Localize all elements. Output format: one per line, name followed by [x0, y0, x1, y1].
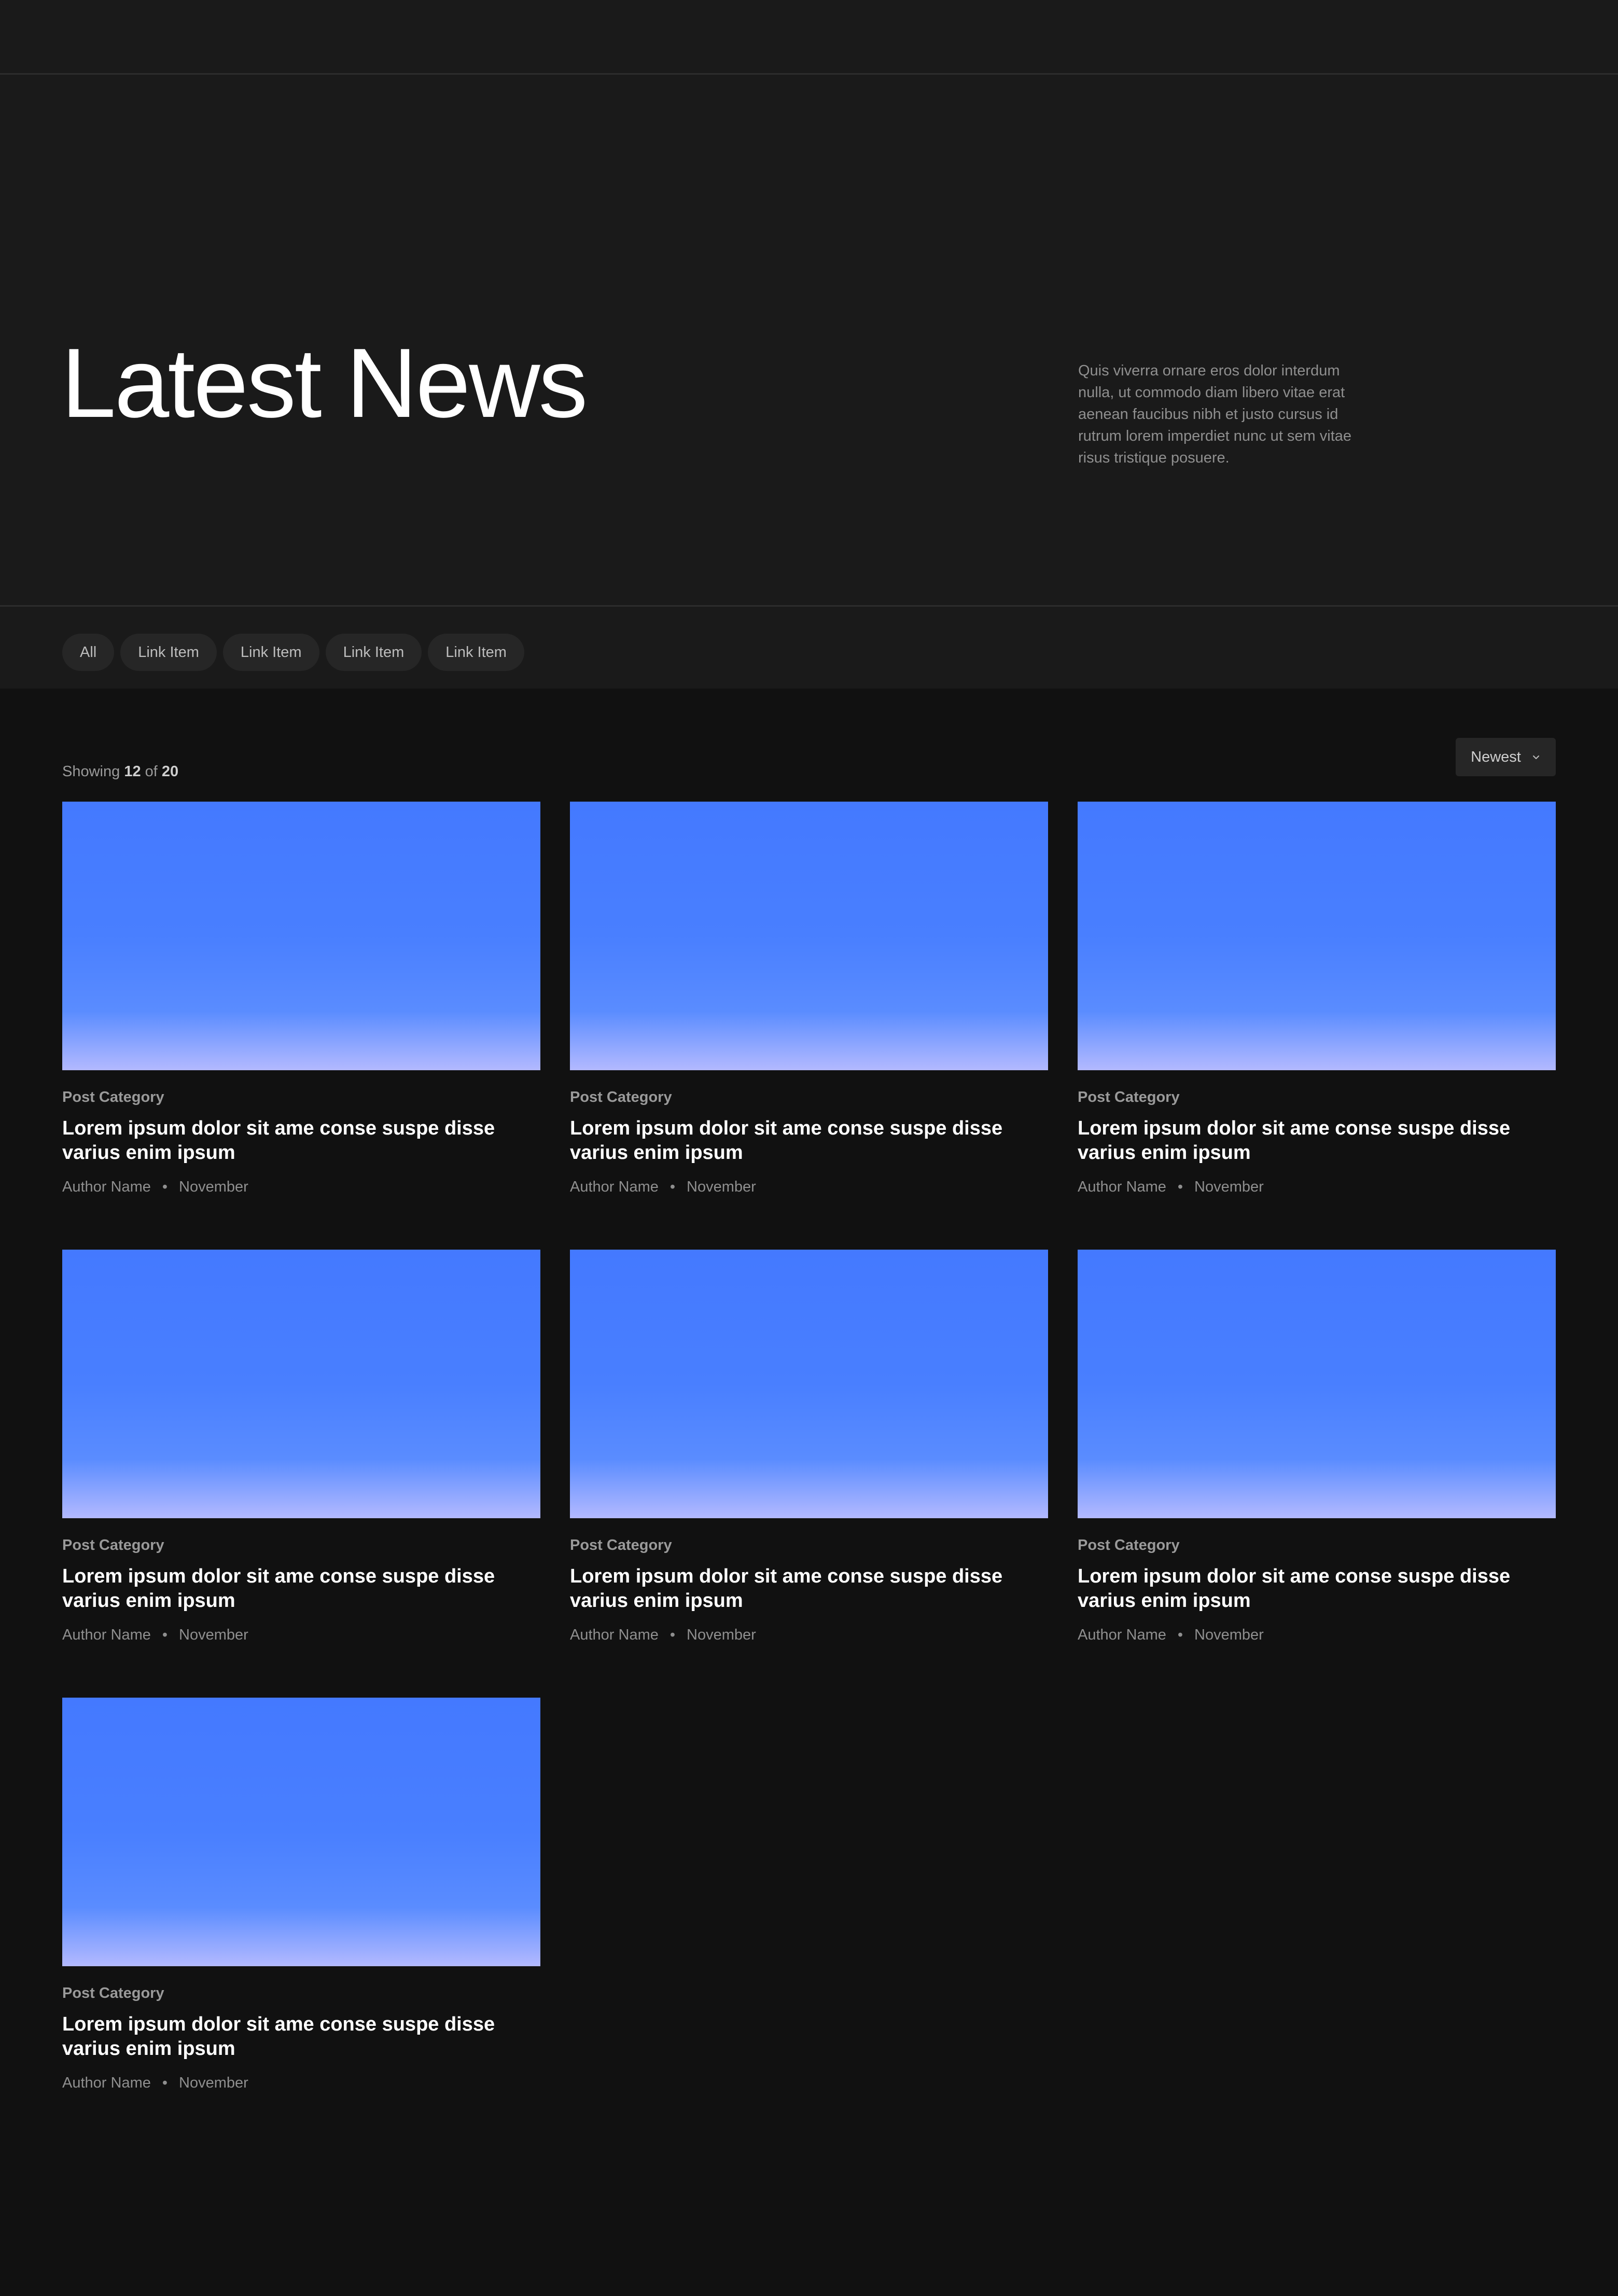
- shown-count: 12: [124, 763, 141, 780]
- showing-label: Showing: [62, 763, 120, 780]
- post-author: Author Name: [570, 1179, 659, 1195]
- meta-separator: •: [162, 2075, 168, 2091]
- post-thumbnail[interactable]: [62, 1250, 540, 1518]
- meta-separator: •: [1177, 1179, 1183, 1195]
- post-category: Post Category: [570, 1537, 672, 1553]
- post-card[interactable]: Post Category Lorem ipsum dolor sit ame …: [1078, 802, 1556, 1196]
- top-navigation-bar: [0, 0, 1618, 75]
- post-title[interactable]: Lorem ipsum dolor sit ame conse suspe di…: [1078, 1564, 1556, 1613]
- post-listing: Showing 12 of 20 Newest Post Category Lo…: [0, 689, 1618, 2296]
- post-date: November: [179, 1179, 248, 1195]
- post-card[interactable]: Post Category Lorem ipsum dolor sit ame …: [1078, 1250, 1556, 1644]
- post-card[interactable]: Post Category Lorem ipsum dolor sit ame …: [570, 802, 1048, 1196]
- hero-description: Quis viverra ornare eros dolor interdum …: [1078, 362, 1352, 466]
- post-thumbnail[interactable]: [62, 802, 540, 1070]
- post-author: Author Name: [62, 2075, 151, 2091]
- post-author: Author Name: [1078, 1627, 1166, 1643]
- filter-chip-link-item-1[interactable]: Link Item: [120, 634, 217, 671]
- post-title[interactable]: Lorem ipsum dolor sit ame conse suspe di…: [62, 1564, 540, 1613]
- post-meta: Author Name • November: [62, 1627, 540, 1644]
- post-date: November: [179, 1627, 248, 1643]
- post-date: November: [687, 1627, 756, 1643]
- category-filter-bar: All Link Item Link Item Link Item Link I…: [0, 607, 1618, 689]
- post-title[interactable]: Lorem ipsum dolor sit ame conse suspe di…: [570, 1116, 1048, 1165]
- post-card[interactable]: Post Category Lorem ipsum dolor sit ame …: [62, 802, 540, 1196]
- post-thumbnail[interactable]: [1078, 802, 1556, 1070]
- post-thumbnail[interactable]: [570, 1250, 1048, 1518]
- hero-section: Latest News Quis viverra ornare eros dol…: [0, 75, 1618, 607]
- post-author: Author Name: [62, 1627, 151, 1643]
- post-date: November: [1194, 1627, 1264, 1643]
- post-category: Post Category: [570, 1089, 672, 1105]
- total-count: 20: [161, 763, 179, 780]
- filter-chip-link-item-3[interactable]: Link Item: [325, 634, 422, 671]
- sort-dropdown[interactable]: Newest: [1456, 738, 1556, 776]
- post-category: Post Category: [1078, 1537, 1180, 1553]
- post-category: Post Category: [62, 1985, 164, 2001]
- post-meta: Author Name • November: [1078, 1627, 1556, 1644]
- filter-chip-all[interactable]: All: [62, 634, 115, 671]
- meta-separator: •: [669, 1179, 676, 1195]
- post-meta: Author Name • November: [570, 1179, 1048, 1196]
- page-title: Latest News: [61, 328, 588, 438]
- post-author: Author Name: [570, 1627, 659, 1643]
- sort-label: Newest: [1471, 748, 1521, 765]
- post-category: Post Category: [62, 1089, 164, 1105]
- post-title[interactable]: Lorem ipsum dolor sit ame conse suspe di…: [570, 1564, 1048, 1613]
- post-title[interactable]: Lorem ipsum dolor sit ame conse suspe di…: [62, 2012, 540, 2061]
- post-author: Author Name: [1078, 1179, 1166, 1195]
- post-title[interactable]: Lorem ipsum dolor sit ame conse suspe di…: [62, 1116, 540, 1165]
- post-date: November: [1194, 1179, 1264, 1195]
- post-meta: Author Name • November: [570, 1627, 1048, 1644]
- post-title[interactable]: Lorem ipsum dolor sit ame conse suspe di…: [1078, 1116, 1556, 1165]
- results-count: Showing 12 of 20: [62, 763, 178, 780]
- post-date: November: [179, 2075, 248, 2091]
- post-card[interactable]: Post Category Lorem ipsum dolor sit ame …: [570, 1250, 1048, 1644]
- post-meta: Author Name • November: [1078, 1179, 1556, 1196]
- post-author: Author Name: [62, 1179, 151, 1195]
- meta-separator: •: [162, 1627, 168, 1643]
- post-thumbnail[interactable]: [570, 802, 1048, 1070]
- filter-chip-list: All Link Item Link Item Link Item Link I…: [62, 634, 524, 671]
- post-meta: Author Name • November: [62, 1179, 540, 1196]
- filter-chip-link-item-4[interactable]: Link Item: [428, 634, 524, 671]
- of-label: of: [145, 763, 158, 780]
- post-date: November: [687, 1179, 756, 1195]
- post-card[interactable]: Post Category Lorem ipsum dolor sit ame …: [62, 1698, 540, 2092]
- post-category: Post Category: [1078, 1089, 1180, 1105]
- meta-separator: •: [669, 1627, 676, 1643]
- post-grid: Post Category Lorem ipsum dolor sit ame …: [62, 802, 1556, 2092]
- meta-separator: •: [162, 1179, 168, 1195]
- post-thumbnail[interactable]: [1078, 1250, 1556, 1518]
- post-card[interactable]: Post Category Lorem ipsum dolor sit ame …: [62, 1250, 540, 1644]
- filter-chip-link-item-2[interactable]: Link Item: [222, 634, 319, 671]
- post-category: Post Category: [62, 1537, 164, 1553]
- post-thumbnail[interactable]: [62, 1698, 540, 1966]
- meta-separator: •: [1177, 1627, 1183, 1643]
- chevron-down-icon: [1532, 755, 1539, 759]
- post-meta: Author Name • November: [62, 2075, 540, 2092]
